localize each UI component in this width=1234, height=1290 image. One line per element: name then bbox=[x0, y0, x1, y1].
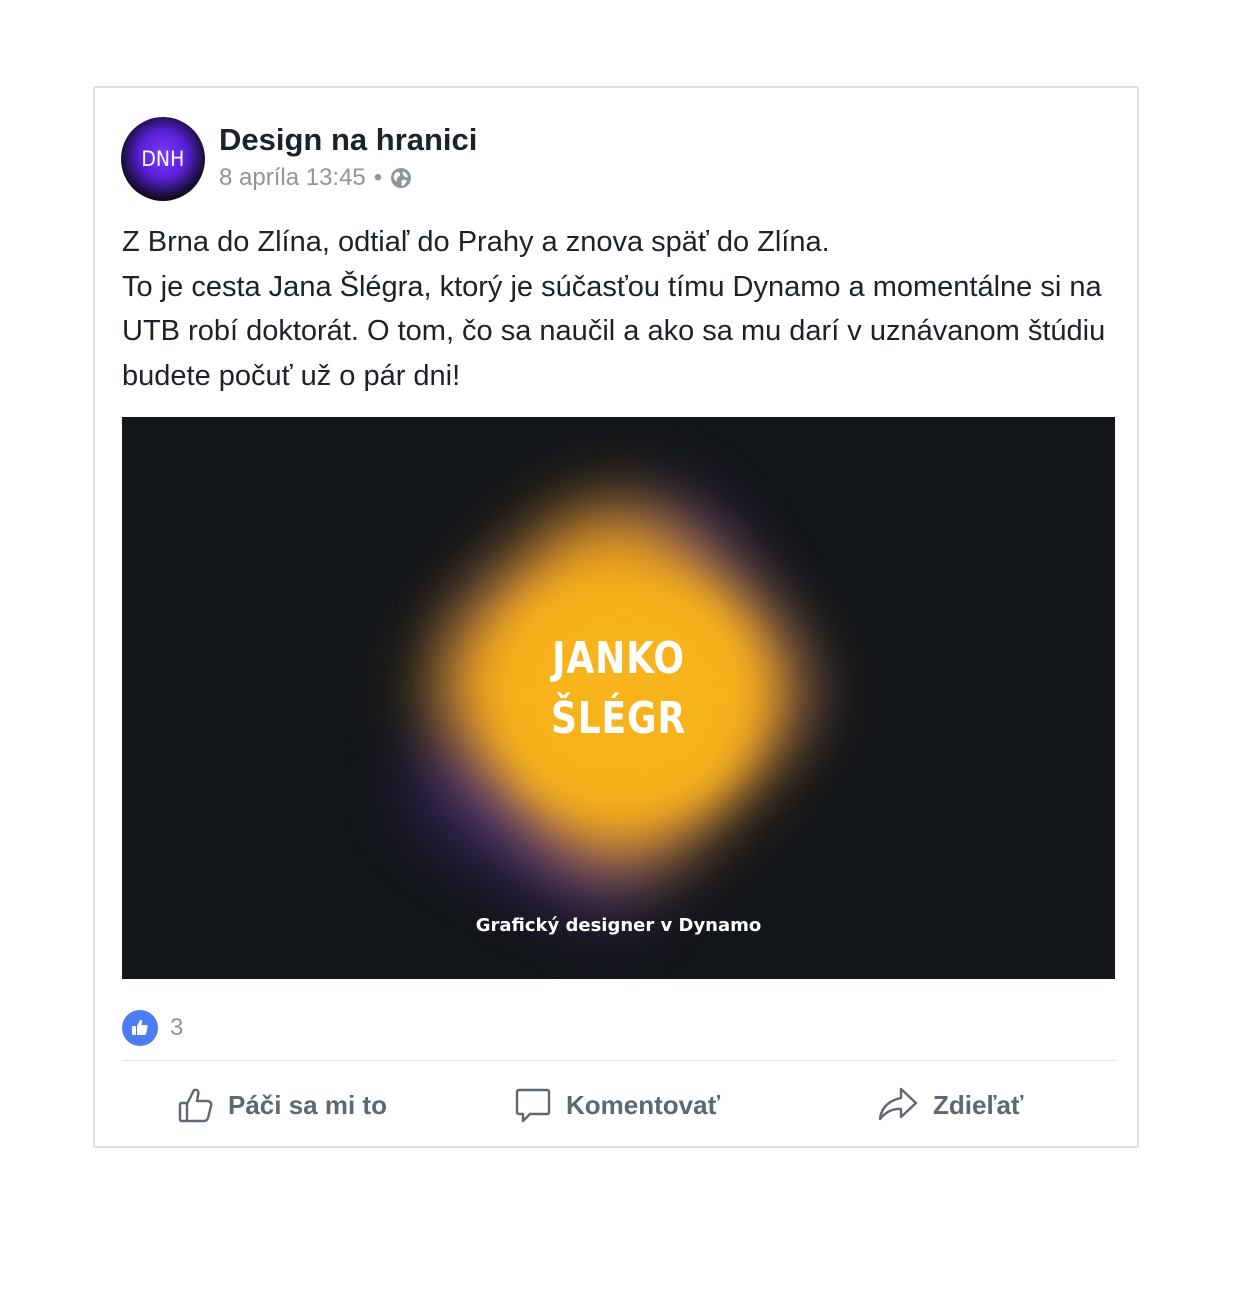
post-image[interactable]: JANKO ŠLÉGR Grafický designer v Dynamo bbox=[122, 417, 1115, 979]
image-title-line: ŠLÉGR bbox=[550, 693, 687, 744]
image-title: JANKO ŠLÉGR bbox=[211, 629, 1025, 749]
share-button[interactable]: Zdieľať bbox=[877, 1083, 1023, 1127]
reaction-count: 3 bbox=[170, 1014, 184, 1041]
image-title-line: JANKO bbox=[552, 633, 685, 684]
globe-icon[interactable] bbox=[390, 167, 412, 189]
reactions-summary[interactable]: 3 bbox=[122, 1010, 183, 1046]
comment-button-label: Komentovať bbox=[566, 1089, 721, 1120]
meta-separator: • bbox=[373, 164, 383, 191]
like-button[interactable]: Páči sa mi to bbox=[178, 1083, 387, 1127]
comment-button[interactable]: Komentovať bbox=[514, 1083, 720, 1127]
post-card: DNH Design na hranici 8 apríla 13:45 • Z… bbox=[93, 86, 1139, 1148]
share-button-label: Zdieľať bbox=[933, 1089, 1024, 1120]
divider bbox=[122, 1060, 1115, 1061]
post-timestamp[interactable]: 8 apríla 13:45 bbox=[219, 164, 366, 192]
like-icon bbox=[122, 1010, 158, 1046]
post-text: Z Brna do Zlína, odtiaľ do Prahy a znova… bbox=[122, 220, 1122, 398]
avatar-text: DNH bbox=[141, 147, 185, 171]
page-name[interactable]: Design na hranici bbox=[219, 122, 477, 158]
like-button-label: Páči sa mi to bbox=[228, 1089, 387, 1120]
thumbs-up-icon bbox=[178, 1088, 213, 1123]
share-icon bbox=[878, 1087, 918, 1121]
comment-icon bbox=[515, 1088, 551, 1123]
post-meta: 8 apríla 13:45 • bbox=[219, 164, 412, 192]
image-subtitle: Grafický designer v Dynamo bbox=[475, 915, 762, 936]
post-text-line: Z Brna do Zlína, odtiaľ do Prahy a znova… bbox=[122, 226, 830, 258]
post-text-line: To je cesta Jana Šlégra, ktorý je súčasť… bbox=[122, 270, 1106, 392]
page-avatar[interactable]: DNH bbox=[121, 117, 205, 201]
